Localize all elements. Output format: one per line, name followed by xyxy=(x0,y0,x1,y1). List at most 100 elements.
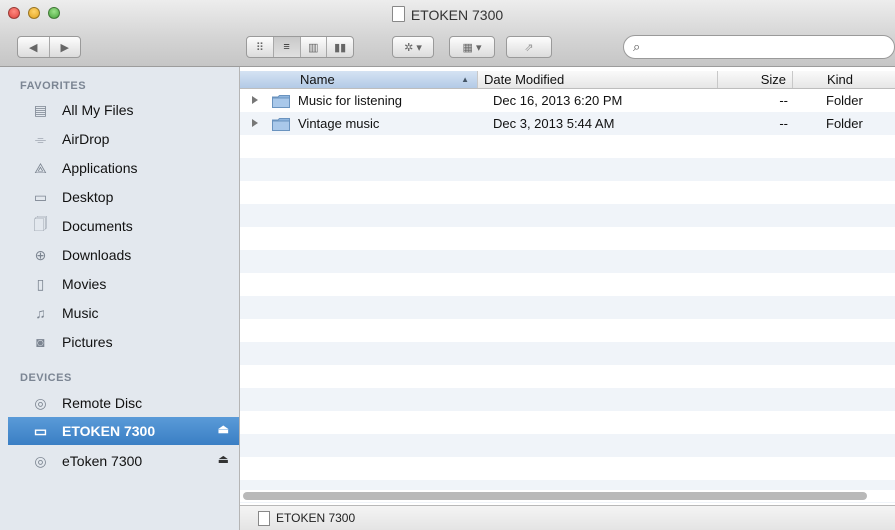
sidebar-item-label: Pictures xyxy=(62,334,113,350)
share-icon: ⇗ xyxy=(524,41,534,54)
back-forward-control: ◀ ▶ xyxy=(17,36,81,58)
list-view-icon: ≡ xyxy=(283,41,290,53)
sidebar-item-documents[interactable]: 🗍 Documents xyxy=(8,212,239,240)
file-kind: Folder xyxy=(826,116,863,131)
row-stripe xyxy=(240,227,895,250)
column-view-icon: ▥ xyxy=(308,41,319,54)
disclosure-triangle-icon[interactable] xyxy=(252,96,258,104)
sidebar-item-label: Movies xyxy=(62,276,107,292)
scrollbar-thumb[interactable] xyxy=(243,492,867,500)
drive-icon: ▭ xyxy=(33,422,48,439)
search-field[interactable]: ⌕ xyxy=(623,35,895,59)
folder-icon xyxy=(272,118,290,131)
horizontal-scrollbar[interactable] xyxy=(240,490,895,502)
column-header-label: Size xyxy=(760,72,786,87)
sidebar-item-label: eToken 7300 xyxy=(62,453,143,469)
window-title: ETOKEN 7300 xyxy=(0,6,895,23)
column-view-button[interactable]: ▥ xyxy=(301,37,328,57)
gear-icon: ✲ xyxy=(404,41,414,54)
coverflow-view-button[interactable]: ▮▮ xyxy=(327,37,353,57)
row-stripe xyxy=(240,388,895,411)
file-rows: Music for listening Dec 16, 2013 6:20 PM… xyxy=(240,89,895,505)
icon-view-button[interactable]: ⠿ xyxy=(247,37,274,57)
row-stripe xyxy=(240,158,895,181)
arrange-grid-icon: ▦ xyxy=(462,41,473,54)
file-date: Dec 16, 2013 6:20 PM xyxy=(493,93,623,108)
chevron-down-icon: ▾ xyxy=(475,41,482,54)
volume-icon xyxy=(258,511,270,526)
row-stripe xyxy=(240,204,895,227)
row-stripe xyxy=(240,342,895,365)
sidebar: FAVORITES ▤ All My Files ⌯ AirDrop ⟁ App… xyxy=(0,67,240,530)
table-row[interactable]: Music for listening Dec 16, 2013 6:20 PM… xyxy=(240,90,895,113)
action-menu-button[interactable]: ✲ ▾ xyxy=(392,36,434,58)
forward-arrow-icon: ▶ xyxy=(60,41,69,54)
downloads-icon: ⊕ xyxy=(34,246,47,263)
list-view-button[interactable]: ≡ xyxy=(273,37,301,57)
file-name: Vintage music xyxy=(298,116,380,131)
sidebar-item-downloads[interactable]: ⊕ Downloads xyxy=(8,241,239,269)
file-size: -- xyxy=(779,93,788,108)
sidebar-item-label: Downloads xyxy=(62,247,132,263)
music-icon: ♫ xyxy=(35,305,46,321)
row-stripe xyxy=(240,135,895,158)
documents-icon: 🗍 xyxy=(33,216,48,232)
column-header-size[interactable]: Size xyxy=(717,71,792,88)
search-icon: ⌕ xyxy=(633,39,641,54)
sidebar-item-remote-disc[interactable]: ◎ Remote Disc xyxy=(8,389,239,417)
column-header-label: Name xyxy=(300,72,335,87)
sidebar-item-desktop[interactable]: ▭ Desktop xyxy=(8,183,239,211)
column-header-name[interactable]: Name ▲ xyxy=(240,71,477,88)
sidebar-item-label: Documents xyxy=(62,218,133,234)
airdrop-icon: ⌯ xyxy=(34,130,47,147)
desktop-icon: ▭ xyxy=(33,188,48,205)
sidebar-item-movies[interactable]: ▯ Movies xyxy=(8,270,239,298)
sidebar-item-all-my-files[interactable]: ▤ All My Files xyxy=(8,96,239,124)
row-stripe xyxy=(240,319,895,342)
row-stripe xyxy=(240,273,895,296)
devices-header: DEVICES xyxy=(20,372,72,384)
row-stripe xyxy=(240,457,895,480)
sidebar-item-airdrop[interactable]: ⌯ AirDrop xyxy=(8,125,239,153)
eject-icon[interactable]: ⏏ xyxy=(218,422,229,436)
disc-icon: ◎ xyxy=(34,452,47,469)
row-stripe xyxy=(240,411,895,434)
column-header-kind[interactable]: Kind xyxy=(792,71,895,88)
column-header-date-modified[interactable]: Date Modified xyxy=(477,71,717,88)
column-header-label: Date Modified xyxy=(484,72,565,87)
sidebar-item-pictures[interactable]: ◙ Pictures xyxy=(8,328,239,356)
table-row[interactable]: Vintage music Dec 3, 2013 5:44 AM -- Fol… xyxy=(240,113,895,136)
icon-view-icon: ⠿ xyxy=(255,41,264,54)
sidebar-item-label: Music xyxy=(62,305,99,321)
sort-ascending-icon: ▲ xyxy=(461,75,469,84)
favorites-header: FAVORITES xyxy=(20,80,87,92)
share-button[interactable]: ⇗ xyxy=(506,36,552,58)
chevron-down-icon: ▾ xyxy=(416,41,422,54)
forward-button[interactable]: ▶ xyxy=(50,37,81,57)
file-list: Name ▲ Date Modified Size Kind Music for… xyxy=(240,67,895,530)
back-button[interactable]: ◀ xyxy=(18,37,50,57)
sidebar-item-etoken-7300-disc[interactable]: ◎ eToken 7300 ⏏ xyxy=(8,447,239,475)
sidebar-item-etoken-7300-drive[interactable]: ▭ ETOKEN 7300 ⏏ xyxy=(8,417,239,445)
sidebar-item-applications[interactable]: ⟁ Applications xyxy=(8,154,239,182)
eject-icon[interactable]: ⏏ xyxy=(218,452,229,466)
row-stripe xyxy=(240,296,895,319)
disclosure-triangle-icon[interactable] xyxy=(252,119,258,127)
all-files-icon: ▤ xyxy=(33,101,48,118)
applications-icon: ⟁ xyxy=(34,159,47,176)
search-input[interactable] xyxy=(650,38,890,58)
row-stripe xyxy=(240,434,895,457)
movies-icon: ▯ xyxy=(36,275,45,292)
file-size: -- xyxy=(779,116,788,131)
coverflow-view-icon: ▮▮ xyxy=(334,41,347,54)
path-bar-item[interactable]: ETOKEN 7300 xyxy=(276,511,355,525)
row-stripe xyxy=(240,250,895,273)
finder-window: ETOKEN 7300 ◀ ▶ ⠿ ≡ ▥ ▮▮ ✲ ▾ ▦ ▾ ⇗ ⌕ FAV… xyxy=(0,0,895,530)
arrange-menu-button[interactable]: ▦ ▾ xyxy=(449,36,495,58)
sidebar-item-label: AirDrop xyxy=(62,131,110,147)
sidebar-item-music[interactable]: ♫ Music xyxy=(8,299,239,327)
view-mode-control: ⠿ ≡ ▥ ▮▮ xyxy=(246,36,354,58)
column-header-label: Kind xyxy=(827,72,854,87)
file-kind: Folder xyxy=(826,93,863,108)
sidebar-item-label: Remote Disc xyxy=(62,395,143,411)
